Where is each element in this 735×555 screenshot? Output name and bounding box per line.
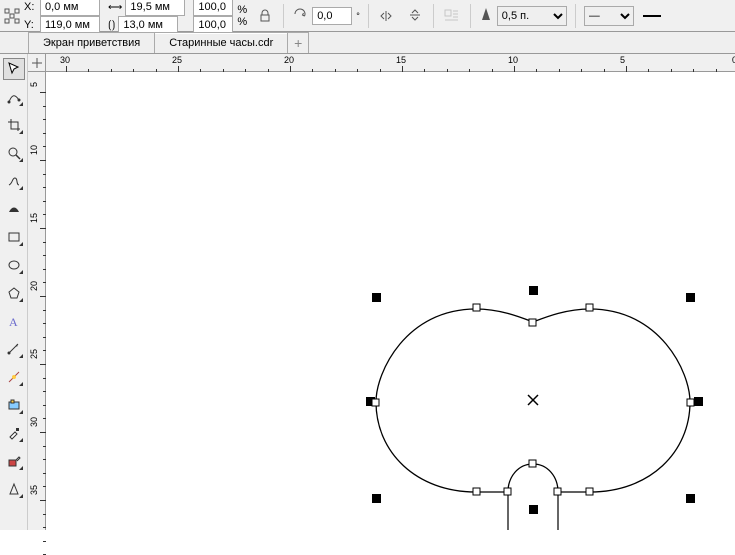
selection-handle-s[interactable] [529, 505, 538, 514]
curve-node[interactable] [554, 488, 561, 495]
x-label: X: [24, 1, 38, 13]
tab-bar: Экран приветствия Старинные часы.cdr + [0, 32, 735, 54]
percent-label: % [237, 4, 247, 16]
curve-node[interactable] [586, 488, 593, 495]
y-label: Y: [24, 19, 38, 31]
interactive-tool[interactable] [3, 394, 25, 416]
height-icon: ⟮⟯ [108, 19, 115, 31]
tab-label: Экран приветствия [43, 37, 140, 49]
eyedropper-tool[interactable] [3, 422, 25, 444]
curve-node[interactable] [529, 460, 536, 467]
selection-handle-sw[interactable] [372, 494, 381, 503]
mirror-h-button[interactable] [377, 6, 397, 26]
selection-center [528, 395, 538, 405]
zoom-tool[interactable] [3, 142, 25, 164]
canvas[interactable] [46, 72, 735, 530]
outline-tool[interactable] [3, 478, 25, 500]
selection-handle-ne[interactable] [686, 293, 695, 302]
svg-text:A: A [9, 315, 18, 328]
dimension-tool[interactable] [3, 338, 25, 360]
degree-label: ° [356, 11, 360, 21]
x-input[interactable] [40, 0, 100, 16]
ellipse-tool[interactable] [3, 254, 25, 276]
toolbox: A [0, 54, 28, 530]
curve-node[interactable] [687, 399, 694, 406]
workspace: 302520151050 5101520253035 [28, 54, 735, 530]
drawing [46, 72, 735, 530]
lock-ratio-button[interactable] [255, 6, 275, 26]
ruler-vertical[interactable]: 5101520253035 [28, 72, 46, 530]
outline-width-select[interactable]: 0,5 п. [497, 6, 567, 26]
text-tool[interactable]: A [3, 310, 25, 332]
freehand-tool[interactable] [3, 170, 25, 192]
ruler-origin-button[interactable] [28, 54, 46, 72]
tab-add-button[interactable]: + [287, 32, 309, 53]
tab-label: Старинные часы.cdr [169, 37, 273, 49]
pick-tool[interactable] [3, 58, 25, 80]
outline-width: 0,5 п. [479, 6, 567, 26]
polygon-tool[interactable] [3, 282, 25, 304]
line-style-select[interactable]: — [584, 6, 634, 26]
wrap-text-button[interactable] [442, 6, 462, 26]
scale-x-input[interactable] [193, 0, 233, 16]
curve-node[interactable] [372, 399, 379, 406]
connector-tool[interactable] [3, 366, 25, 388]
width-icon: ⟷ [108, 2, 122, 13]
line-solid-button[interactable] [642, 6, 662, 26]
outline-icon [479, 7, 493, 24]
height-input[interactable] [118, 16, 178, 34]
angle-input[interactable] [312, 7, 352, 25]
selection-handle-nw[interactable] [372, 293, 381, 302]
width-input[interactable] [125, 0, 185, 16]
separator [368, 4, 369, 28]
curve-node[interactable] [586, 304, 593, 311]
percent-label-2: % [237, 16, 247, 28]
position-icon [4, 1, 20, 31]
curve-node[interactable] [473, 488, 480, 495]
rotation-angle: ° [292, 6, 360, 25]
object-size: ⟷ ⟮⟯ [108, 0, 185, 34]
scale-y-input[interactable] [193, 16, 233, 34]
property-bar: X: Y: ⟷ ⟮⟯ % % ° [0, 0, 735, 32]
y-input[interactable] [40, 16, 100, 34]
separator [433, 4, 434, 28]
selection-handle-se[interactable] [686, 494, 695, 503]
selection-handle-e[interactable] [694, 397, 703, 406]
curve-node[interactable] [529, 319, 536, 326]
artistic-media-tool[interactable] [3, 198, 25, 220]
object-scale: % % [193, 0, 247, 34]
object-position: X: Y: [4, 0, 100, 34]
ruler-horizontal[interactable]: 302520151050 [46, 54, 735, 72]
fill-tool[interactable] [3, 450, 25, 472]
curve-node[interactable] [504, 488, 511, 495]
line-style: — [584, 6, 634, 26]
mirror-v-button[interactable] [405, 6, 425, 26]
rectangle-tool[interactable] [3, 226, 25, 248]
shape-tool[interactable] [3, 86, 25, 108]
crop-tool[interactable] [3, 114, 25, 136]
separator [575, 4, 576, 28]
tab[interactable]: Старинные часы.cdr [154, 32, 288, 53]
separator [283, 4, 284, 28]
selection-handle-n[interactable] [529, 286, 538, 295]
tab[interactable]: Экран приветствия [28, 32, 155, 53]
curve-node[interactable] [473, 304, 480, 311]
rotate-icon [292, 6, 308, 25]
separator [470, 4, 471, 28]
